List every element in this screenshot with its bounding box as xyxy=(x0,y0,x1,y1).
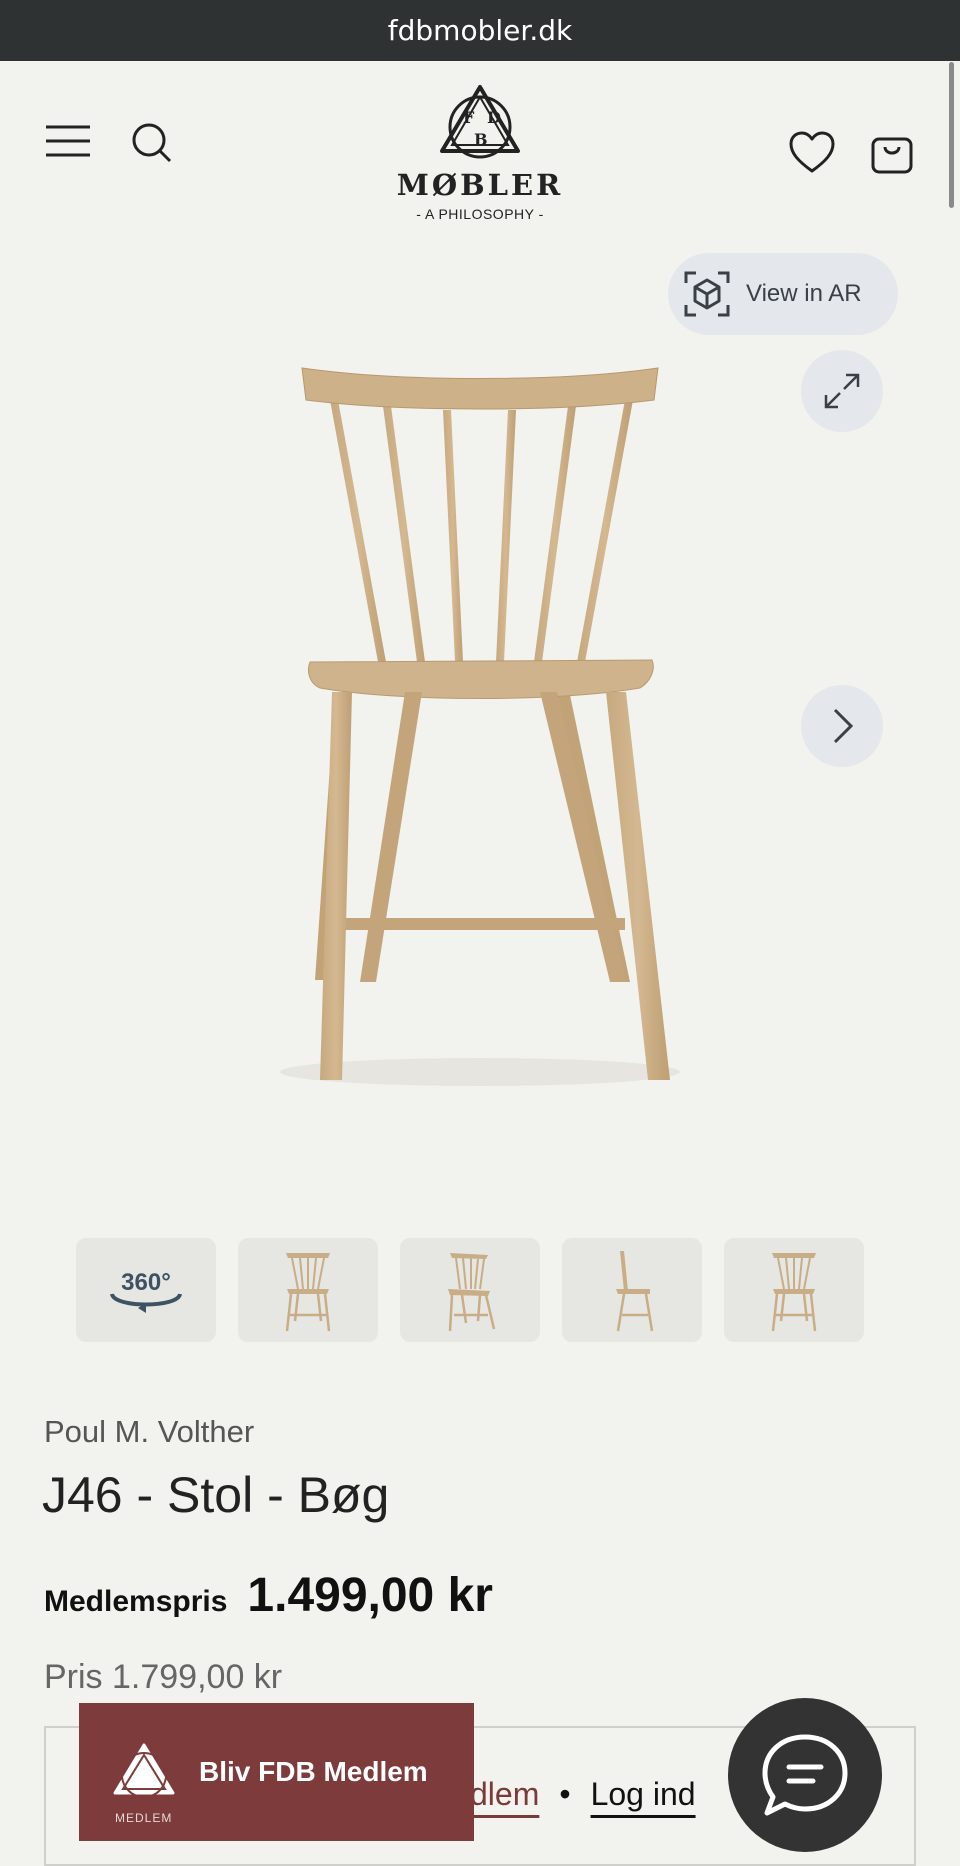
wishlist-button[interactable] xyxy=(786,129,838,177)
product-main-image[interactable] xyxy=(240,340,720,1100)
brand-tagline: - A PHILOSOPHY - xyxy=(416,206,544,222)
heart-icon xyxy=(789,131,835,173)
thumbnail-angle[interactable] xyxy=(400,1238,540,1342)
thumbnail-strip: 360° xyxy=(76,1238,864,1342)
chat-bubble-icon xyxy=(762,1734,848,1816)
product-designer[interactable]: Poul M. Volther xyxy=(44,1414,254,1450)
search-icon xyxy=(132,123,172,163)
site-header: F D B MØBLER - A PHILOSOPHY - xyxy=(0,61,960,241)
join-member-label: Bliv FDB Medlem xyxy=(199,1756,428,1787)
link-separator: • xyxy=(559,1776,571,1812)
expand-icon xyxy=(824,373,860,409)
join-fdb-member-banner[interactable]: Bliv FDB Medlem MEDLEM xyxy=(79,1703,474,1841)
login-link[interactable]: Log ind xyxy=(591,1776,696,1813)
menu-button[interactable] xyxy=(40,121,96,161)
become-member-link[interactable]: dlem xyxy=(470,1776,539,1813)
browser-url-bar[interactable]: fdbmobler.dk xyxy=(0,0,960,61)
shopping-bag-icon xyxy=(871,137,913,174)
chair-thumbnail-side xyxy=(616,1251,654,1332)
url-text: fdbmobler.dk xyxy=(387,14,573,47)
thumbnail-front[interactable] xyxy=(238,1238,378,1342)
fdb-member-logo-icon xyxy=(113,1743,175,1798)
next-image-button[interactable] xyxy=(801,685,883,767)
member-price-label: Medlemspris xyxy=(44,1585,228,1618)
rotate-360-icon: 360° xyxy=(110,1269,182,1313)
fullscreen-button[interactable] xyxy=(801,350,883,432)
logo-letter-b: B xyxy=(474,130,488,149)
thumb-360-label: 360° xyxy=(121,1269,171,1296)
chevron-right-icon xyxy=(833,708,854,744)
view-in-ar-button[interactable]: View in AR xyxy=(668,253,898,335)
site-logo[interactable]: F D B MØBLER - A PHILOSOPHY - xyxy=(380,83,580,229)
search-button[interactable] xyxy=(128,119,176,167)
thumbnail-side[interactable] xyxy=(562,1238,702,1342)
thumbnail-360-view[interactable]: 360° xyxy=(76,1238,216,1342)
chat-button[interactable] xyxy=(728,1698,882,1852)
chair-thumbnail-angle xyxy=(448,1253,496,1332)
regular-price: Pris 1.799,00 kr xyxy=(44,1658,283,1696)
hamburger-menu-icon xyxy=(46,125,90,157)
logo-letter-f: F xyxy=(463,108,475,127)
chair-thumbnail-front xyxy=(285,1253,331,1332)
member-price-value: 1.499,00 kr xyxy=(247,1569,493,1622)
member-price-row: Medlemspris 1.499,00 kr xyxy=(44,1568,493,1623)
login-links: dlem • Log ind xyxy=(470,1776,696,1813)
product-title: J46 - Stol - Bøg xyxy=(42,1467,390,1523)
fdb-logo-mark: F D B xyxy=(440,85,520,159)
thumbnail-back[interactable] xyxy=(724,1238,864,1342)
ar-cube-icon xyxy=(684,271,730,317)
logo-letter-d: D xyxy=(487,108,501,127)
brand-name: MØBLER xyxy=(396,168,564,202)
view-in-ar-label: View in AR xyxy=(746,280,862,307)
chair-illustration xyxy=(280,367,680,1086)
cart-button[interactable] xyxy=(868,129,916,177)
chair-thumbnail-back xyxy=(771,1253,817,1332)
join-member-sublabel: MEDLEM xyxy=(115,1811,173,1825)
